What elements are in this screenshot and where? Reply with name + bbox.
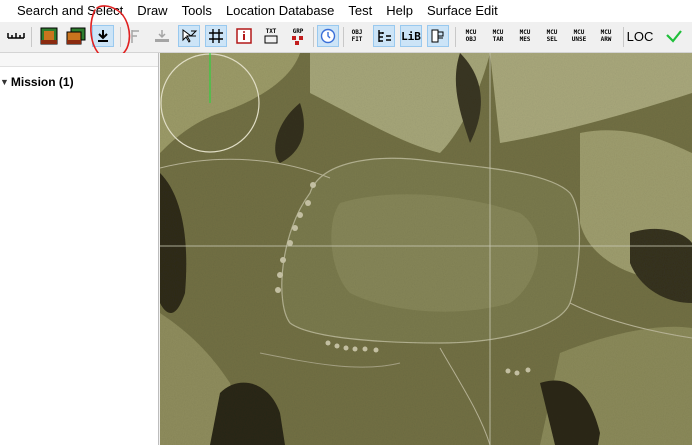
mcu-mes-button[interactable]: MCU MES xyxy=(514,25,536,47)
mcu-obj-label: MCU OBJ xyxy=(465,29,477,43)
terrain-button[interactable] xyxy=(38,25,60,47)
map-view[interactable] xyxy=(160,53,692,445)
mcu-tar-label: MCU TAR xyxy=(492,29,504,43)
text-button[interactable]: TXT xyxy=(260,25,282,47)
text-frame-icon xyxy=(264,35,278,44)
flag-button[interactable] xyxy=(124,25,146,47)
library-button[interactable]: LiB xyxy=(400,25,422,47)
loc-button[interactable]: LOC xyxy=(626,25,654,47)
mission-tree-panel: ▼ Mission (1) xyxy=(0,53,159,445)
menu-search-and-select[interactable]: Search and Select xyxy=(0,0,130,22)
info-icon xyxy=(236,28,252,44)
obj-fit-label: OBJ FIT xyxy=(351,29,363,43)
select-arrow-icon xyxy=(182,29,198,43)
group-icon xyxy=(292,35,303,45)
menu-bar: Search and Select Draw Tools Location Da… xyxy=(0,0,692,22)
select-button[interactable] xyxy=(178,25,200,47)
menu-location-database[interactable]: Location Database xyxy=(219,0,341,22)
confirm-button[interactable] xyxy=(663,25,685,47)
download-icon xyxy=(98,30,108,42)
terrain-layers-button[interactable] xyxy=(65,25,87,47)
menu-help[interactable]: Help xyxy=(379,0,420,22)
properties-button[interactable] xyxy=(427,25,449,47)
mcu-obj-button[interactable]: MCU OBJ xyxy=(460,25,482,47)
mcu-sel-label: MCU SEL xyxy=(546,29,558,43)
group-button[interactable]: GRP xyxy=(287,25,309,47)
mcu-tar-button[interactable]: MCU TAR xyxy=(487,25,509,47)
tree-item-mission[interactable]: ▼ Mission (1) xyxy=(0,75,74,89)
menu-test[interactable]: Test xyxy=(341,0,379,22)
properties-icon xyxy=(431,29,444,43)
ruler-icon xyxy=(7,33,25,39)
ground-button[interactable] xyxy=(151,25,173,47)
ground-icon xyxy=(155,30,169,42)
time-button[interactable] xyxy=(317,25,339,47)
satellite-map-image xyxy=(160,53,692,445)
text-button-label: TXT xyxy=(265,28,277,35)
group-button-label: GRP xyxy=(292,27,304,35)
grid-button[interactable] xyxy=(205,25,227,47)
flag-icon xyxy=(131,30,139,43)
mcu-unse-label: MCU UNSE xyxy=(571,29,587,43)
hierarchy-button[interactable] xyxy=(373,25,395,47)
info-button[interactable] xyxy=(233,25,255,47)
menu-tools[interactable]: Tools xyxy=(175,0,219,22)
mcu-arw-label: MCU ARW xyxy=(600,29,612,43)
import-button[interactable] xyxy=(92,25,114,47)
tree-expand-icon[interactable]: ▼ xyxy=(0,77,9,87)
hierarchy-icon xyxy=(378,30,391,42)
menu-surface-edit[interactable]: Surface Edit xyxy=(420,0,505,22)
panel-header xyxy=(0,53,158,67)
mcu-mes-label: MCU MES xyxy=(519,29,531,43)
grid-icon xyxy=(209,29,223,43)
ruler-button[interactable] xyxy=(5,25,27,47)
mcu-arw-button[interactable]: MCU ARW xyxy=(595,25,617,47)
toolbar: TXT GRP OBJ FIT LiB MCU OBJ MCU TAR MCU MES … xyxy=(0,22,692,53)
clock-icon xyxy=(320,28,336,44)
mcu-unse-button[interactable]: MCU UNSE xyxy=(568,25,590,47)
obj-fit-button[interactable]: OBJ FIT xyxy=(346,25,368,47)
menu-draw[interactable]: Draw xyxy=(130,0,174,22)
mcu-sel-button[interactable]: MCU SEL xyxy=(541,25,563,47)
loc-label: LOC xyxy=(626,28,654,44)
terrain-icon xyxy=(40,27,58,45)
terrain-layers-icon xyxy=(66,27,86,45)
checkmark-icon xyxy=(666,30,682,43)
library-label: LiB xyxy=(401,29,421,43)
tree-item-mission-label: Mission (1) xyxy=(10,75,74,89)
